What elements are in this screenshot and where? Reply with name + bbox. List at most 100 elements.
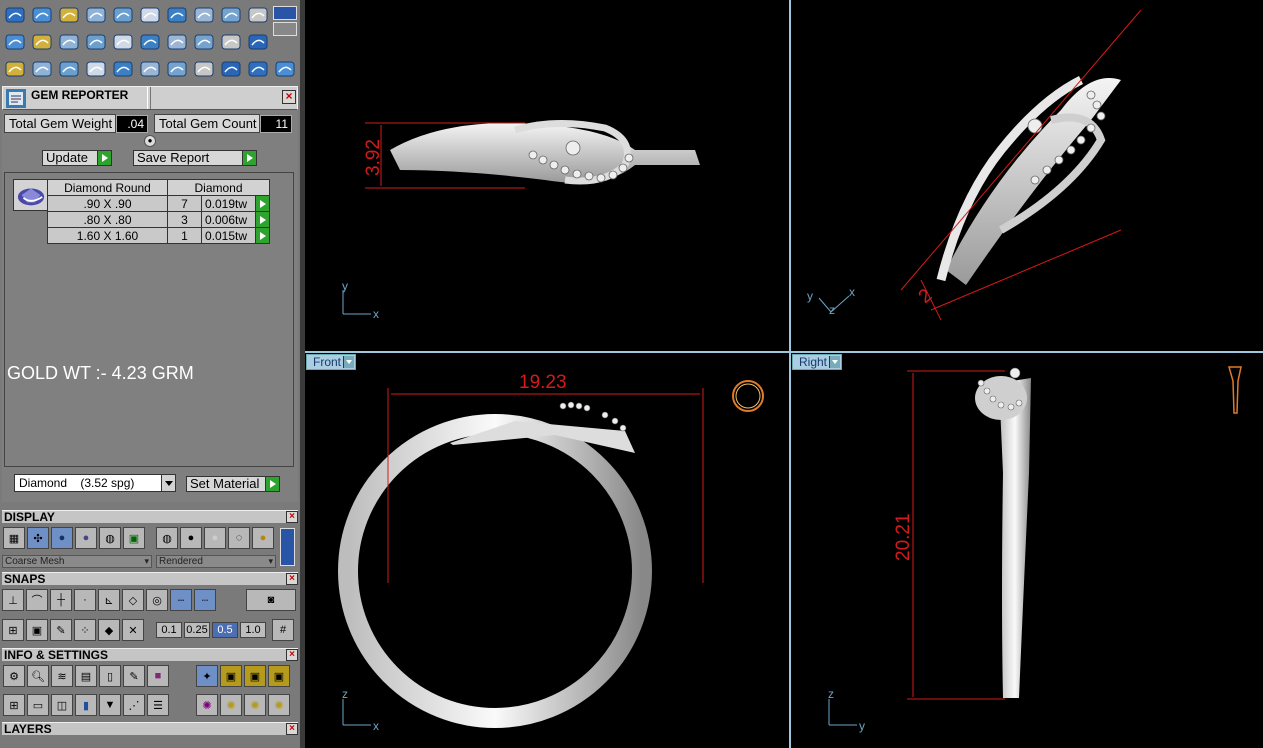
layers-stack-icon[interactable]: ≋ [51, 665, 73, 687]
close-snaps-button[interactable]: × [286, 573, 298, 585]
filter-icon[interactable]: ▼ [99, 694, 121, 716]
mirror-icon[interactable] [83, 56, 109, 82]
collapse-grip-icon[interactable]: ● [144, 135, 156, 147]
cubes-icon[interactable] [2, 56, 28, 82]
scissors-icon[interactable] [245, 56, 271, 82]
right-view-tab[interactable]: Right [792, 354, 843, 370]
ribbon-icon[interactable] [83, 29, 109, 55]
layout-icon[interactable]: ⊞ [2, 619, 24, 641]
cube-icon[interactable]: ▣ [26, 619, 48, 641]
toolbar-toggle-button-2[interactable] [273, 22, 297, 36]
update-button[interactable]: Update [42, 150, 112, 166]
silver-sphere-icon[interactable]: ● [204, 527, 226, 549]
balloon-icon[interactable] [164, 2, 190, 28]
snap-step-3[interactable]: 1.0 [240, 622, 266, 638]
document-icon[interactable]: ▯ [99, 665, 121, 687]
viewport-divider-vertical[interactable] [789, 0, 791, 748]
snap-camera-icon[interactable]: ◙ [246, 589, 296, 611]
render-mode-select[interactable]: Rendered [156, 555, 276, 568]
select-gem-button[interactable] [255, 211, 270, 228]
table-row[interactable]: .80 X .80 3 0.006tw [47, 211, 270, 228]
settings-icon[interactable]: ⚙ [3, 665, 25, 687]
slab-icon[interactable] [56, 29, 82, 55]
material-select[interactable]: Diamond (3.52 spg) [14, 474, 176, 492]
windows-icon[interactable]: ⊞ [3, 694, 25, 716]
table-row[interactable]: .90 X .90 7 0.019tw [47, 195, 270, 212]
ring-view-icon[interactable] [732, 380, 764, 412]
gem-set-icon-4[interactable]: ✺ [268, 694, 290, 716]
bend-icon[interactable] [56, 56, 82, 82]
select-gem-button[interactable] [255, 227, 270, 244]
curve-icon[interactable] [2, 2, 28, 28]
snap-circle-icon[interactable]: ◎ [146, 589, 168, 611]
front-viewport[interactable]: 19.23 z x [305, 353, 789, 748]
top-viewport[interactable]: 3.92 y x [305, 0, 789, 351]
snap-center-icon[interactable]: ◇ [122, 589, 144, 611]
wireframe-icon[interactable]: ▦ [3, 527, 25, 549]
shaded-sphere-icon[interactable]: ● [51, 527, 73, 549]
monitor-icon[interactable]: ▭ [27, 694, 49, 716]
brush-icon[interactable]: ✦ [196, 665, 218, 687]
grid-icon[interactable] [218, 29, 244, 55]
frame-icon-2[interactable]: ▣ [244, 665, 266, 687]
purple-cube-icon[interactable]: ■ [147, 665, 169, 687]
gem-lock-icon[interactable] [56, 2, 82, 28]
gem-set-icon-2[interactable]: ✺ [220, 694, 242, 716]
ring-side-view-icon[interactable] [1228, 366, 1242, 414]
front-view-tab[interactable]: Front [306, 354, 357, 370]
snap-tangent-icon[interactable]: ┈ [194, 589, 216, 611]
snaps-header[interactable]: SNAPS × [2, 572, 298, 585]
plane-icon[interactable] [2, 29, 28, 55]
diamond-icon[interactable] [29, 29, 55, 55]
spray-icon[interactable] [218, 2, 244, 28]
ring-dots-icon[interactable] [191, 29, 217, 55]
bevel-icon[interactable] [137, 56, 163, 82]
radial-icon[interactable] [245, 2, 271, 28]
gold-sphere-icon[interactable]: ● [252, 527, 274, 549]
gem-lock3-icon[interactable] [110, 2, 136, 28]
move-icon[interactable] [110, 56, 136, 82]
right-viewport[interactable]: 20.21 z y [791, 353, 1263, 748]
snap-perp-icon[interactable]: ⊾ [98, 589, 120, 611]
frame-icon-3[interactable]: ▣ [268, 665, 290, 687]
snap-curve-icon[interactable]: ⌒ [26, 589, 48, 611]
gem-lock2-icon[interactable] [83, 2, 109, 28]
list-icon[interactable]: ☰ [147, 694, 169, 716]
display-header[interactable]: DISPLAY × [2, 510, 298, 523]
cube-frame-icon[interactable]: ◫ [51, 694, 73, 716]
gem-set-icon-3[interactable]: ✺ [244, 694, 266, 716]
snap-point-icon[interactable]: · [74, 589, 96, 611]
doc-icon[interactable] [110, 29, 136, 55]
hidden-line-icon[interactable]: ✣ [27, 527, 49, 549]
sphere-cut-icon[interactable] [164, 29, 190, 55]
display-scroll[interactable] [280, 528, 295, 566]
snap-intersect-icon[interactable]: ┼ [50, 589, 72, 611]
circle-icon[interactable] [272, 56, 298, 82]
frame-icon-1[interactable]: ▣ [220, 665, 242, 687]
layers-header[interactable]: LAYERS × [2, 722, 298, 735]
round-diamond-icon[interactable] [13, 179, 49, 211]
mesh-mode-select[interactable]: Coarse Mesh [2, 555, 152, 568]
toolbar-toggle-button[interactable] [273, 6, 297, 20]
snap-grid-icon[interactable]: ┄ [170, 589, 192, 611]
gear-icon[interactable] [191, 2, 217, 28]
snap-grid-toggle-icon[interactable]: # [272, 619, 294, 641]
globe-material-icon[interactable]: ◍ [156, 527, 178, 549]
perspective-viewport[interactable]: 2 y z x [791, 0, 1263, 351]
knife-icon[interactable] [137, 29, 163, 55]
globe-icon[interactable]: ◍ [99, 527, 121, 549]
snap-end-icon[interactable]: ⊥ [2, 589, 24, 611]
close-gem-reporter-button[interactable]: × [282, 90, 296, 104]
close-layers-button[interactable]: × [286, 723, 298, 735]
node-icon[interactable] [245, 29, 271, 55]
plane-snap-icon[interactable]: ◆ [98, 619, 120, 641]
close-display-button[interactable]: × [286, 511, 298, 523]
select-points-icon[interactable]: ⋰ [123, 694, 145, 716]
snap-step-1[interactable]: 0.25 [184, 622, 210, 638]
align-icon[interactable] [218, 56, 244, 82]
spark-icon[interactable] [164, 56, 190, 82]
info-header[interactable]: INFO & SETTINGS × [2, 648, 298, 661]
viewport-divider-horizontal[interactable] [305, 351, 1263, 353]
files-icon[interactable]: ▤ [75, 665, 97, 687]
pencil-icon[interactable]: ✎ [50, 619, 72, 641]
